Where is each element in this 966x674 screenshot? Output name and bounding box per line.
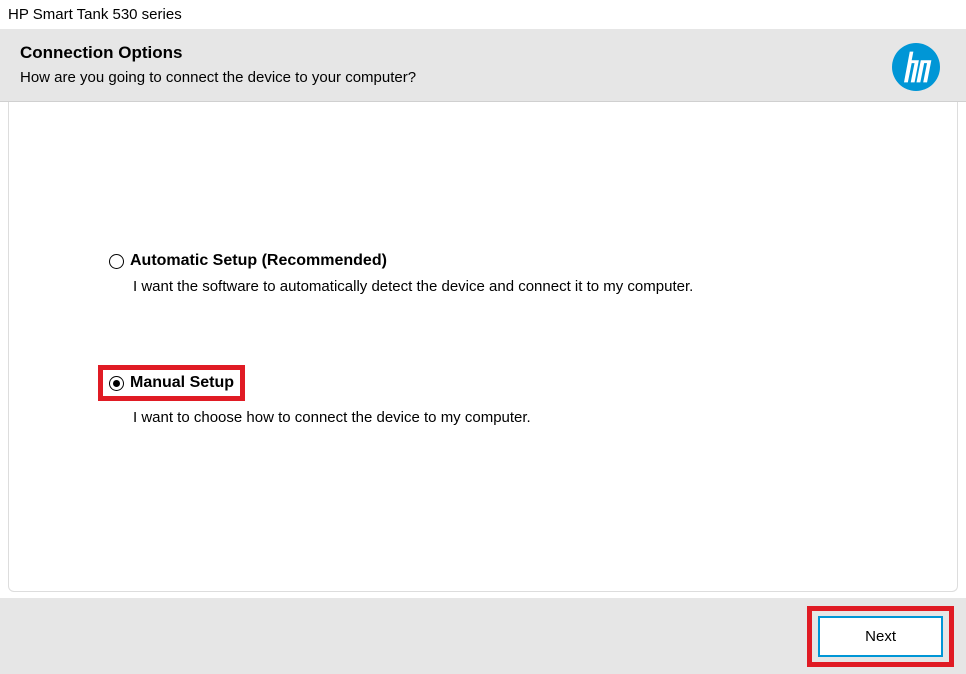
option-automatic: Automatic Setup (Recommended) I want the… xyxy=(109,252,857,295)
option-manual: Manual Setup I want to choose how to con… xyxy=(109,365,857,426)
footer-bar: Next xyxy=(0,598,966,674)
main-panel: Automatic Setup (Recommended) I want the… xyxy=(8,102,958,592)
page-subtitle: How are you going to connect the device … xyxy=(20,69,892,86)
option-manual-description: I want to choose how to connect the devi… xyxy=(133,409,857,426)
hp-logo-icon xyxy=(892,43,940,91)
radio-manual[interactable] xyxy=(109,376,124,391)
header-bar: Connection Options How are you going to … xyxy=(0,29,966,102)
next-button[interactable]: Next xyxy=(818,616,943,657)
highlight-manual: Manual Setup xyxy=(98,365,245,401)
header-text: Connection Options How are you going to … xyxy=(20,43,892,86)
highlight-next: Next xyxy=(807,606,954,667)
option-manual-label[interactable]: Manual Setup xyxy=(130,374,234,392)
option-automatic-description: I want the software to automatically det… xyxy=(133,278,857,295)
window-title: HP Smart Tank 530 series xyxy=(0,0,966,29)
radio-automatic[interactable] xyxy=(109,254,124,269)
option-automatic-label[interactable]: Automatic Setup (Recommended) xyxy=(130,252,387,270)
option-automatic-row[interactable]: Automatic Setup (Recommended) xyxy=(109,252,857,270)
page-title: Connection Options xyxy=(20,43,892,63)
